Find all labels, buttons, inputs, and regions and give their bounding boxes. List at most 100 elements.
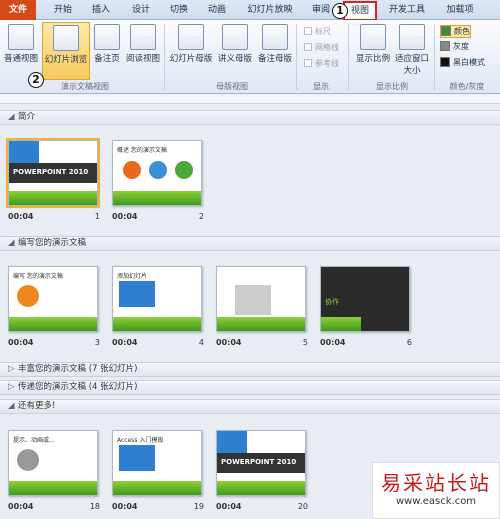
color-swatch-icon <box>440 41 450 51</box>
ribbon-tabs: 文件 开始 插入 设计 切换 动画 幻灯片放映 审阅 视图 开发工具 加载项 <box>0 0 500 21</box>
ribbon-button-label: 幻灯片浏览 <box>44 55 88 65</box>
ribbon-group-1: 母版视图 <box>216 82 248 91</box>
slide-meta: 00:04 19 <box>112 502 204 511</box>
slide-number: 18 <box>89 502 100 511</box>
grass-strip <box>113 481 201 495</box>
slide-number: 5 <box>302 338 308 347</box>
slide-thumbnail[interactable]: POWERPOINT 2010 <box>6 138 100 208</box>
grass-strip <box>217 481 305 495</box>
ribbon-button-label: 幻灯片母版 <box>169 54 213 64</box>
show-check-0[interactable]: 标尺 <box>304 26 331 37</box>
ribbon-group-0: 演示文稿视图 <box>61 82 109 91</box>
section-label: 还有更多! <box>18 401 56 411</box>
view-icon <box>399 24 425 50</box>
view-icon <box>130 24 156 50</box>
slide-number: 20 <box>297 502 308 511</box>
slide-thumbnail[interactable] <box>216 266 306 332</box>
ribbon-button-3[interactable]: 阅读视图 <box>124 22 162 80</box>
tab-9[interactable]: 开发工具 <box>384 2 430 20</box>
tab-3[interactable]: 设计 <box>126 2 156 20</box>
step-marker-2: 2 <box>28 72 44 88</box>
ribbon-button-7[interactable]: 显示比例 <box>354 22 392 80</box>
checkbox-icon <box>304 27 312 35</box>
show-check-1[interactable]: 网格线 <box>304 42 339 53</box>
circle-icon <box>17 449 39 471</box>
slide-time: 00:04 <box>8 338 34 347</box>
slide-thumbnail[interactable]: 添加幻灯片 <box>112 266 202 332</box>
image-block <box>119 445 155 471</box>
slide-meta: 00:04 6 <box>320 338 412 347</box>
slide-title: 协作 <box>325 298 339 306</box>
grass-strip <box>321 317 361 331</box>
color-mode-0[interactable]: 颜色 <box>440 25 471 38</box>
section-header-0[interactable]: ◢ 简介 <box>0 110 500 125</box>
ribbon-button-2[interactable]: 备注页 <box>92 22 122 80</box>
slide-number: 19 <box>193 502 204 511</box>
ribbon-button-5[interactable]: 讲义母版 <box>216 22 254 80</box>
tab-4[interactable]: 切换 <box>164 2 194 20</box>
ribbon-group-2: 显示 <box>313 82 329 91</box>
cover-block <box>9 141 39 163</box>
show-check-2[interactable]: 参考线 <box>304 58 339 69</box>
slide-thumbnail[interactable]: 提示、动画或... <box>8 430 98 496</box>
view-icon <box>360 24 386 50</box>
ribbon-group-3: 显示比例 <box>376 82 408 91</box>
tab-0[interactable]: 文件 <box>0 0 36 20</box>
slide-meta: 00:04 5 <box>216 338 308 347</box>
slide-thumbnail[interactable]: Access 入门模板 <box>112 430 202 496</box>
section-header-4[interactable]: ◢ 还有更多! <box>0 399 500 414</box>
tab-10[interactable]: 加载项 <box>440 2 480 20</box>
ribbon-button-8[interactable]: 适应窗口大小 <box>394 22 430 80</box>
section-header-2[interactable]: ▷ 丰富您的演示文稿 (7 张幻灯片) <box>0 362 500 377</box>
ribbon-button-label: 备注母版 <box>257 54 292 64</box>
slide-thumbnail[interactable]: 概述 您的演示文稿 <box>112 140 202 206</box>
slide-time: 00:04 <box>112 338 138 347</box>
slide-time: 00:04 <box>112 212 138 221</box>
color-mode-1[interactable]: 灰度 <box>440 41 469 52</box>
ribbon-separator <box>164 24 165 90</box>
slide-meta: 00:04 3 <box>8 338 100 347</box>
tab-5[interactable]: 动画 <box>202 2 232 20</box>
slide-thumbnail[interactable]: POWERPOINT 2010 <box>216 430 306 496</box>
color-mode-2[interactable]: 黑白模式 <box>440 57 485 68</box>
ribbon-button-6[interactable]: 备注母版 <box>256 22 294 80</box>
slide-title: POWERPOINT 2010 <box>221 458 297 466</box>
watermark-url: www.easck.com <box>395 496 477 507</box>
color-mode-label: 黑白模式 <box>453 58 485 67</box>
ribbon-button-label: 备注页 <box>94 54 120 64</box>
slide-time: 00:04 <box>112 502 138 511</box>
section-label: 传递您的演示文稿 (4 张幻灯片) <box>18 382 138 392</box>
step-marker-1: 1 <box>332 3 348 19</box>
ribbon-group-4: 颜色/灰度 <box>449 82 485 91</box>
section-header-3[interactable]: ▷ 传递您的演示文稿 (4 张幻灯片) <box>0 380 500 395</box>
ribbon-button-4[interactable]: 幻灯片母版 <box>168 22 214 80</box>
tab-1[interactable]: 开始 <box>48 2 78 20</box>
view-icon <box>262 24 288 50</box>
circle-icon <box>17 285 39 307</box>
circle-icon <box>149 161 167 179</box>
circle-icon <box>123 161 141 179</box>
image-block <box>235 285 271 315</box>
slide-meta: 00:04 1 <box>8 212 100 221</box>
color-mode-label: 灰度 <box>453 42 469 51</box>
slide-thumbnail[interactable]: 编写 您的演示文稿 <box>8 266 98 332</box>
color-mode-label: 颜色 <box>454 27 470 36</box>
slide-meta: 00:04 2 <box>112 212 204 221</box>
slide-number: 3 <box>94 338 100 347</box>
ribbon-separator <box>348 24 349 90</box>
slide-title: POWERPOINT 2010 <box>13 168 89 176</box>
slide-thumbnail[interactable]: 协作 <box>320 266 410 332</box>
tab-6[interactable]: 幻灯片放映 <box>242 2 298 20</box>
cover-block <box>217 431 247 453</box>
section-header-1[interactable]: ◢ 编写您的演示文稿 <box>0 236 500 251</box>
ribbon-button-1[interactable]: 幻灯片浏览 <box>42 22 90 80</box>
ribbon-button-label: 适应窗口大小 <box>394 54 429 76</box>
view-icon <box>53 25 79 51</box>
slide-title: 编写 您的演示文稿 <box>13 273 63 280</box>
watermark-chinese: 易采站长站 <box>381 471 491 495</box>
tab-8[interactable]: 视图 <box>343 1 377 21</box>
ribbon-separator <box>296 24 297 90</box>
circle-icon <box>175 161 193 179</box>
grass-strip <box>9 481 97 495</box>
tab-2[interactable]: 插入 <box>86 2 116 20</box>
